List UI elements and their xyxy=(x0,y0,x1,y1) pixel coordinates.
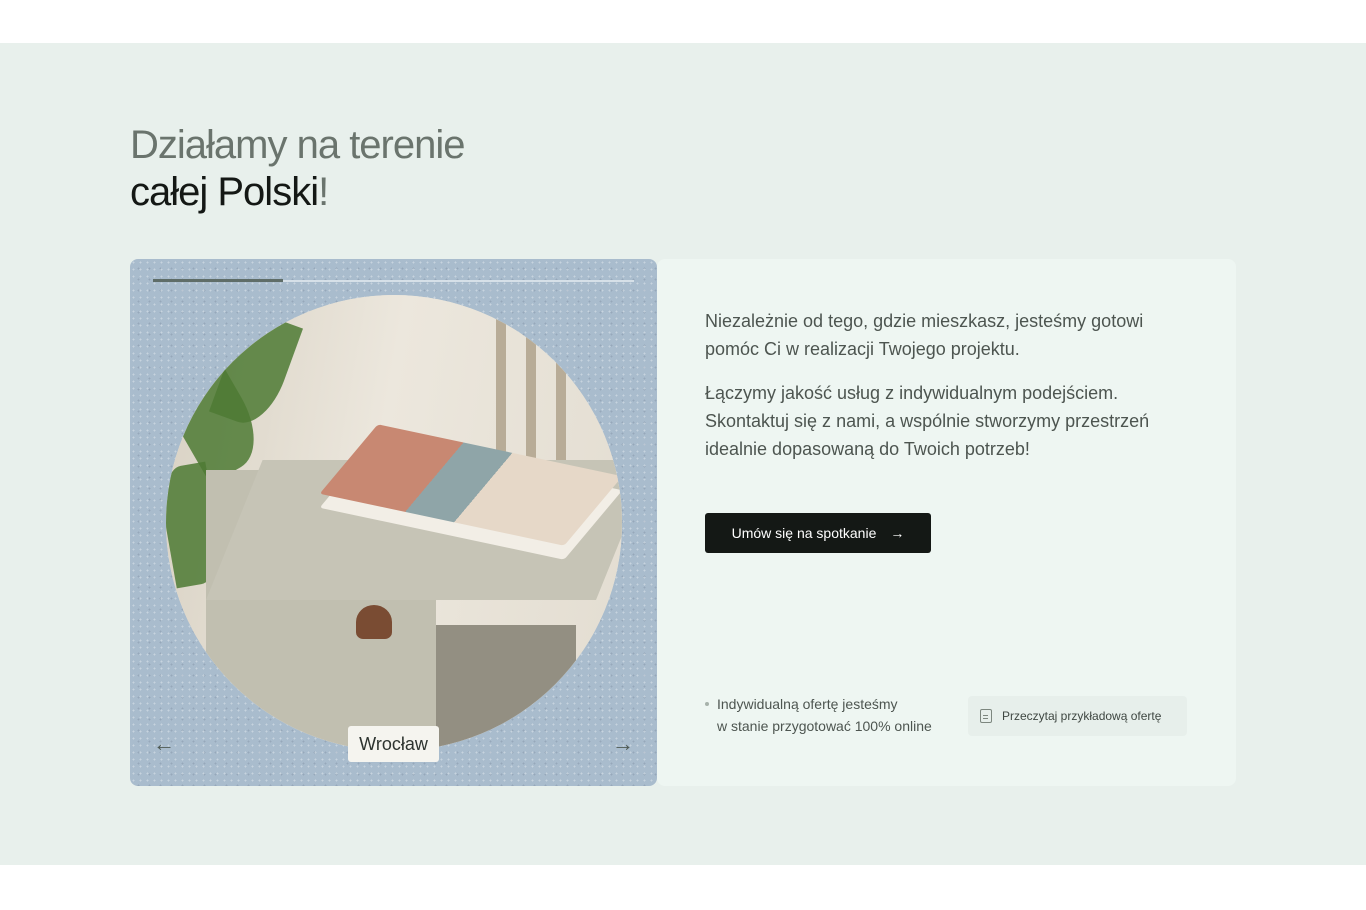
document-icon xyxy=(980,709,992,723)
book-meeting-button[interactable]: Umów się na spotkanie → xyxy=(705,513,931,553)
book-meeting-label: Umów się na spotkanie xyxy=(731,525,877,541)
heading-exclamation: ! xyxy=(318,170,329,214)
top-strip xyxy=(0,0,1366,43)
heading-line-2: całej Polski! xyxy=(130,169,465,216)
slider-progress-fill xyxy=(153,279,283,282)
bullet-dot-icon xyxy=(705,702,709,706)
arrow-right-icon[interactable]: → xyxy=(610,731,636,757)
heading-line-1: Działamy na terenie xyxy=(130,123,465,167)
arrow-left-icon[interactable]: ← xyxy=(151,731,177,757)
cabinet-side xyxy=(436,625,576,751)
arrow-right-icon: → xyxy=(890,525,905,541)
info-card: Niezależnie od tego, gdzie mieszkasz, je… xyxy=(657,259,1236,786)
online-offer-note: Indywidualną ofertę jesteśmy w stanie pr… xyxy=(705,693,932,737)
section-heading: Działamy na terenie całej Polski! xyxy=(130,122,465,216)
intro-paragraph: Niezależnie od tego, gdzie mieszkasz, je… xyxy=(705,311,1144,359)
read-sample-offer-button[interactable]: Przeczytaj przykładową ofertę xyxy=(968,696,1187,736)
slide-image xyxy=(166,295,622,751)
contact-paragraph: Łączymy jakość usług z indywidualnym pod… xyxy=(705,383,1150,459)
city-label: Wrocław xyxy=(348,726,439,762)
note-line-2: w stanie przygotować 100% online xyxy=(717,718,932,734)
read-sample-offer-label: Przeczytaj przykładową ofertę xyxy=(1002,709,1162,723)
note-line-1: Indywidualną ofertę jesteśmy xyxy=(717,696,898,712)
city-slider: Wrocław ← → xyxy=(130,259,657,786)
heading-line-2-text: całej Polski xyxy=(130,170,319,214)
bottom-strip xyxy=(0,865,1366,910)
cabinet-knob xyxy=(356,605,392,639)
